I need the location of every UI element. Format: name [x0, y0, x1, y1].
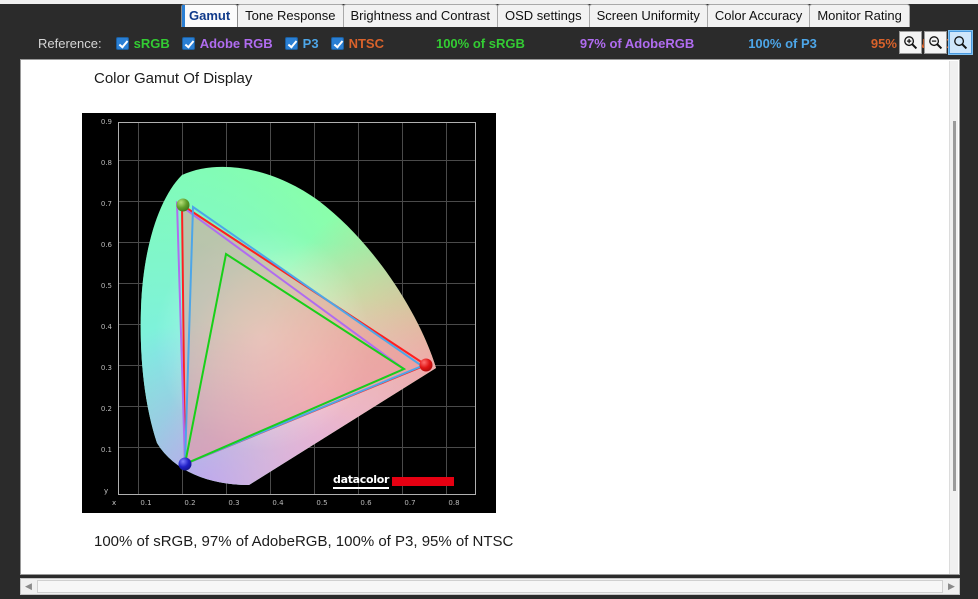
scroll-left-arrow-icon[interactable]: ◀	[21, 579, 36, 594]
zoom-out-icon	[929, 36, 943, 50]
zoom-select-button[interactable]	[948, 30, 973, 55]
x-tick-0.2: 0.2	[184, 499, 196, 507]
x-tick-0.8: 0.8	[448, 499, 460, 507]
datacolor-wordmark: datacolor	[333, 473, 389, 489]
zoom-in-button[interactable]	[899, 31, 922, 54]
x-tick-0.7: 0.7	[404, 499, 416, 507]
reference-label-p3: P3	[302, 35, 319, 51]
y-tick-0.3: 0.3	[100, 364, 112, 372]
y-tick-0.1: 0.1	[100, 446, 112, 454]
tab-screen-uniformity-label: Screen Uniformity	[596, 8, 700, 23]
y-tick-0.5: 0.5	[100, 282, 112, 290]
vertex-green-primary	[176, 198, 190, 212]
tab-gamut[interactable]: Gamut	[181, 4, 239, 27]
vertex-red-primary	[419, 358, 433, 372]
tab-monitor-rating-label: Monitor Rating	[817, 8, 902, 23]
checkbox-p3[interactable]	[284, 36, 298, 50]
tab-gamut-label: Gamut	[189, 8, 231, 23]
coverage-p3: 100% of P3	[748, 35, 817, 51]
vertex-blue-primary	[178, 457, 192, 471]
x-tick-0.4: 0.4	[272, 499, 284, 507]
zoom-select-icon	[954, 36, 968, 50]
tab-tone-response-label: Tone Response	[245, 8, 336, 23]
coverage-srgb: 100% of sRGB	[435, 35, 525, 51]
gamut-report-window: Gamut Tone Response Brightness and Contr…	[0, 0, 978, 599]
tab-color-accuracy-label: Color Accuracy	[714, 8, 803, 23]
vertical-scrollbar-thumb[interactable]	[953, 121, 956, 491]
datacolor-red-bar	[392, 476, 455, 486]
y-tick-0.7: 0.7	[100, 200, 112, 208]
coverage-adobe-rgb: 97% of AdobeRGB	[579, 35, 695, 51]
y-tick-0.8: 0.8	[100, 159, 112, 167]
y-tick-0.6: 0.6	[100, 241, 112, 249]
x-tick-0.1: 0.1	[140, 499, 152, 507]
zoom-in-icon	[904, 36, 918, 50]
checkbox-ntsc[interactable]	[330, 36, 344, 50]
y-axis-label: y	[104, 487, 109, 495]
reference-toggle-ntsc[interactable]: NTSC	[330, 35, 384, 51]
vertical-scrollbar[interactable]	[949, 61, 958, 574]
tab-monitor-rating[interactable]: Monitor Rating	[809, 4, 910, 27]
tab-brightness-and-contrast-label: Brightness and Contrast	[350, 8, 490, 23]
x-tick-0.6: 0.6	[360, 499, 372, 507]
reference-label: Reference:	[38, 35, 102, 51]
cie-chromaticity-diagram	[140, 166, 437, 486]
reference-toggle-p3[interactable]: P3	[284, 35, 319, 51]
reference-toolbar: Reference: sRGB Adobe RGB P3 NTSC 100% o…	[0, 27, 978, 59]
tab-screen-uniformity[interactable]: Screen Uniformity	[588, 4, 708, 27]
tab-color-accuracy[interactable]: Color Accuracy	[706, 4, 811, 27]
reference-label-srgb: sRGB	[133, 35, 170, 51]
reference-toggle-srgb[interactable]: sRGB	[115, 35, 170, 51]
scroll-right-arrow-icon[interactable]: ▶	[944, 579, 959, 594]
horizontal-scrollbar-thumb[interactable]	[37, 580, 943, 593]
zoom-button-group	[899, 30, 973, 55]
zoom-out-button[interactable]	[924, 31, 947, 54]
x-tick-0.3: 0.3	[228, 499, 240, 507]
reference-label-ntsc: NTSC	[348, 35, 384, 51]
horizontal-scrollbar[interactable]: ◀ ▶	[20, 578, 960, 595]
tab-osd-settings[interactable]: OSD settings	[496, 4, 590, 27]
tab-bar: Gamut Tone Response Brightness and Contr…	[0, 0, 978, 27]
tab-tone-response[interactable]: Tone Response	[237, 4, 344, 27]
chromaticity-chart: 0.9 0.8 0.7 0.6 0.5 0.4 0.3 0.2 0.1 y x …	[82, 113, 496, 513]
tab-brightness-and-contrast[interactable]: Brightness and Contrast	[342, 4, 498, 27]
y-tick-0.4: 0.4	[100, 323, 112, 331]
page-title: Color Gamut Of Display	[94, 70, 253, 87]
datacolor-watermark: datacolor	[333, 473, 455, 489]
gamut-coverage-caption: 100% of sRGB, 97% of AdobeRGB, 100% of P…	[94, 533, 514, 550]
reference-toggle-adobe-rgb[interactable]: Adobe RGB	[181, 35, 273, 51]
checkbox-adobe-rgb[interactable]	[181, 36, 195, 50]
reference-label-adobe-rgb: Adobe RGB	[199, 35, 273, 51]
tab-osd-settings-label: OSD settings	[504, 8, 582, 23]
checkbox-srgb[interactable]	[115, 36, 129, 50]
x-axis-label: x	[112, 499, 117, 507]
y-tick-0.2: 0.2	[100, 405, 112, 413]
x-tick-0.5: 0.5	[316, 499, 328, 507]
plot-area: datacolor	[118, 122, 476, 495]
y-tick-0.9: 0.9	[100, 118, 112, 126]
report-content-panel: Color Gamut Of Display 0.9 0.8 0.7 0.6 0…	[20, 59, 960, 575]
